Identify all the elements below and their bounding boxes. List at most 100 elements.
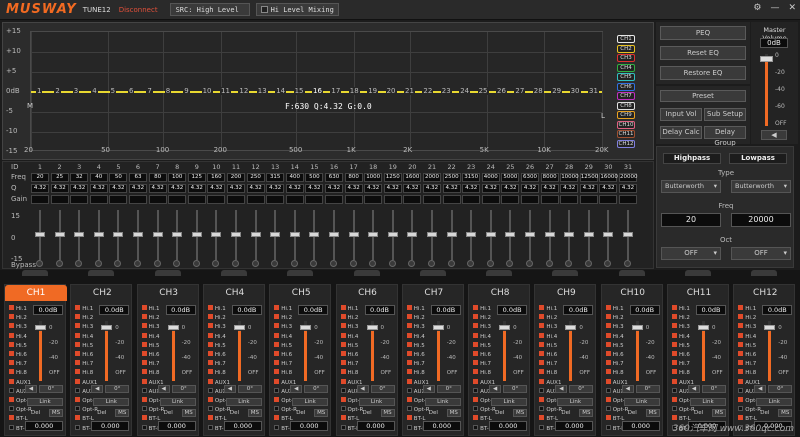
- input-source-hi3[interactable]: Hi.3: [473, 323, 491, 330]
- delay-calc-button[interactable]: Delay Calc: [660, 126, 702, 139]
- band-q-field[interactable]: 4.32: [423, 184, 441, 193]
- master-volume-slider[interactable]: [760, 54, 773, 126]
- input-source-hi4[interactable]: Hi.4: [9, 332, 27, 340]
- input-source-hi3[interactable]: Hi.3: [75, 323, 93, 330]
- band-gain-fader[interactable]: [172, 210, 183, 260]
- input-source-hi1[interactable]: Hi.1: [207, 305, 226, 312]
- band-gain-field[interactable]: [364, 195, 383, 204]
- input-source-hi6[interactable]: Hi.6: [9, 351, 27, 358]
- input-vol-button[interactable]: Input Vol: [660, 108, 702, 121]
- restore-eq-button[interactable]: Restore EQ: [660, 66, 746, 80]
- input-source-hi6[interactable]: Hi.6: [672, 351, 690, 358]
- channel-gain-value[interactable]: 0.0dB: [696, 305, 726, 315]
- phase-button[interactable]: 0°: [105, 385, 130, 393]
- band-marker[interactable]: 12: [238, 87, 250, 95]
- input-source-hi6[interactable]: Hi.6: [274, 351, 292, 358]
- connection-status[interactable]: Disconnect: [119, 6, 158, 14]
- band-bypass-toggle[interactable]: [506, 260, 514, 267]
- eq-plot-area[interactable]: 1 2 3 4 5 6 7 8 9 10 11 12 13 14 15 16 17 18 19 20 21 22 23 24 2…: [27, 31, 605, 151]
- channel-legend-ch2[interactable]: CH2: [617, 44, 635, 53]
- band-marker[interactable]: 13: [256, 87, 268, 95]
- band-bypass-toggle[interactable]: [624, 260, 631, 267]
- band-freq-field[interactable]: 6300: [521, 173, 539, 182]
- band-gain-fader[interactable]: [309, 210, 320, 260]
- input-source-hi1[interactable]: Hi.1: [406, 305, 425, 312]
- input-source-hi5[interactable]: Hi.5: [605, 341, 624, 349]
- band-bypass-toggle[interactable]: [173, 260, 181, 267]
- band-bypass-toggle[interactable]: [408, 260, 416, 267]
- band-gain-fader[interactable]: [603, 210, 614, 260]
- input-source-hi3[interactable]: Hi.3: [207, 323, 226, 330]
- mute-button[interactable]: ◀: [422, 385, 435, 393]
- delay-value-field[interactable]: 0.000: [621, 421, 660, 431]
- input-source-hi1[interactable]: Hi.1: [539, 305, 557, 312]
- band-bypass-toggle[interactable]: [114, 260, 122, 267]
- band-freq-field[interactable]: 5000: [501, 173, 520, 182]
- phase-button[interactable]: 0°: [237, 385, 262, 393]
- band-marker[interactable]: 14: [275, 87, 287, 95]
- channel-legend-ch9[interactable]: CH9: [617, 111, 635, 119]
- input-source-hi2[interactable]: Hi.2: [473, 314, 491, 321]
- band-gain-fader[interactable]: [93, 210, 104, 260]
- channel-legend-ch7[interactable]: CH7: [617, 92, 635, 100]
- input-source-hi7[interactable]: Hi.7: [141, 360, 160, 367]
- input-source-hi3[interactable]: Hi.3: [539, 323, 557, 330]
- band-freq-field[interactable]: 40: [89, 173, 108, 182]
- fader-knob[interactable]: [466, 232, 477, 237]
- fader-knob[interactable]: [113, 232, 124, 237]
- input-source-hi5[interactable]: Hi.5: [539, 341, 557, 349]
- input-source-hi5[interactable]: Hi.5: [75, 341, 93, 349]
- band-bypass-toggle[interactable]: [55, 260, 63, 267]
- input-source-hi5[interactable]: Hi.5: [738, 341, 756, 349]
- input-source-hi7[interactable]: Hi.7: [406, 360, 425, 367]
- fader-knob[interactable]: [211, 232, 222, 237]
- band-gain-field[interactable]: [521, 195, 539, 204]
- band-marker[interactable]: 2: [54, 87, 61, 95]
- delay-unit-button[interactable]: MS: [115, 409, 130, 417]
- band-q-field[interactable]: 4.32: [129, 184, 147, 193]
- band-gain-field[interactable]: [403, 195, 422, 204]
- mute-button[interactable]: ◀: [91, 385, 104, 393]
- band-freq-field[interactable]: 16000: [599, 173, 618, 182]
- input-source-hi6[interactable]: Hi.6: [141, 351, 160, 358]
- input-source-hi5[interactable]: Hi.5: [141, 341, 160, 349]
- delay-value-field[interactable]: 0.000: [157, 421, 196, 431]
- band-q-field[interactable]: 4.32: [383, 184, 402, 193]
- band-gain-fader[interactable]: [329, 210, 339, 260]
- band-marker[interactable]: 31: [588, 87, 599, 95]
- band-marker[interactable]: 27: [514, 87, 526, 95]
- band-bypass-toggle[interactable]: [251, 260, 259, 267]
- band-q-field[interactable]: 4.32: [187, 184, 206, 193]
- link-button[interactable]: Link: [623, 398, 660, 406]
- band-q-field[interactable]: 4.32: [442, 184, 461, 193]
- band-gain-field[interactable]: [148, 195, 167, 204]
- band-bypass-toggle[interactable]: [290, 260, 298, 267]
- input-source-hi1[interactable]: Hi.1: [605, 305, 624, 312]
- input-source-hi3[interactable]: Hi.3: [605, 323, 624, 330]
- channel-volume-knob[interactable]: [233, 325, 245, 330]
- close-icon[interactable]: ✕: [788, 3, 796, 13]
- hi-level-mixing-toggle[interactable]: Hi Level Mixing: [255, 3, 339, 16]
- channel-volume-slider[interactable]: [101, 321, 113, 381]
- band-bypass-toggle[interactable]: [428, 260, 435, 267]
- band-q-field[interactable]: 4.32: [462, 184, 481, 193]
- input-source-hi7[interactable]: Hi.7: [605, 360, 624, 367]
- phase-button[interactable]: 0°: [304, 385, 329, 393]
- highpass-freq-input[interactable]: 20: [661, 213, 721, 227]
- band-bypass-toggle[interactable]: [565, 260, 573, 267]
- input-source-hi6[interactable]: Hi.6: [75, 351, 93, 358]
- channel-strip-title[interactable]: CH2: [71, 285, 133, 301]
- band-gain-field[interactable]: [129, 195, 147, 204]
- link-button[interactable]: Link: [424, 398, 461, 406]
- band-bypass-toggle[interactable]: [134, 260, 141, 267]
- channel-gain-value[interactable]: 0.0dB: [99, 305, 130, 315]
- band-q-field[interactable]: 4.32: [364, 184, 383, 193]
- peq-button[interactable]: PEQ: [660, 26, 746, 40]
- band-freq-field[interactable]: 2500: [442, 173, 461, 182]
- input-source-hi5[interactable]: Hi.5: [672, 341, 690, 349]
- delay-value-field[interactable]: 0.000: [489, 421, 528, 431]
- delay-unit-button[interactable]: MS: [513, 409, 528, 417]
- band-gain-field[interactable]: [325, 195, 343, 204]
- band-freq-field[interactable]: 10000: [560, 173, 579, 182]
- phase-button[interactable]: 0°: [635, 385, 660, 393]
